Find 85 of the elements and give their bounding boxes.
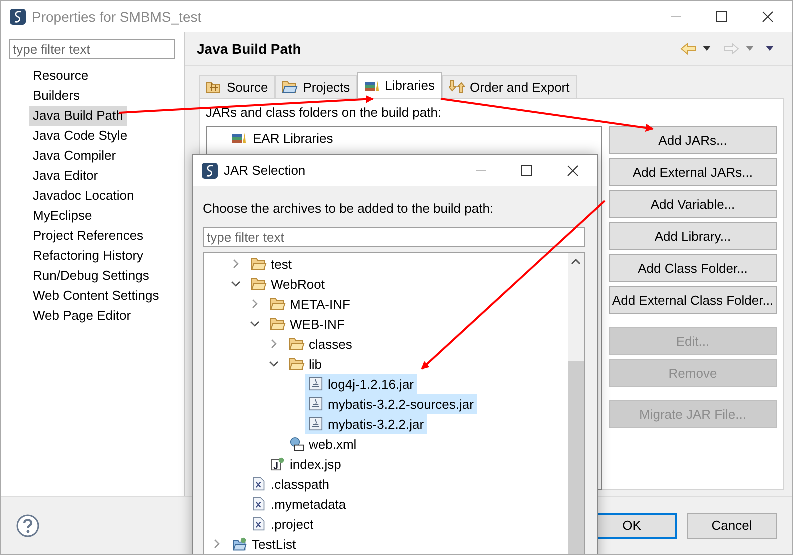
maximize-button[interactable] [716,10,728,22]
sidebar-item[interactable]: Resource [29,66,93,86]
jar-file-icon [308,377,324,391]
folder-icon [270,317,286,331]
scrollbar-thumb[interactable] [568,361,584,554]
tree-item[interactable]: mybatis-3.2.2.jar [305,414,428,434]
action-button[interactable]: Add External Class Folder... [609,286,777,314]
up-down-arrows-icon [449,80,466,94]
sidebar-item[interactable]: Refactoring History [29,246,148,266]
sidebar-item[interactable]: MyEclipse [29,206,96,226]
folder-icon [289,337,305,351]
dropdown-caret-icon[interactable] [703,46,711,51]
library-item[interactable]: EAR Libraries [253,130,334,146]
close-button[interactable] [762,10,774,22]
tree-item[interactable]: mybatis-3.2.2-sources.jar [305,394,477,414]
expanded-chevron-icon[interactable] [231,279,241,289]
scrollbar[interactable] [568,253,584,554]
maximize-button[interactable] [521,164,533,176]
sidebar-item[interactable]: Builders [29,86,84,106]
close-button[interactable] [567,164,579,176]
sidebar-item[interactable]: Run/Debug Settings [29,266,154,286]
action-button[interactable]: Add External JARs... [609,158,777,186]
action-button[interactable]: Add JARs... [609,126,777,154]
jar-file-icon [308,397,324,411]
xml-file-icon [251,497,267,511]
package-folder-icon [206,80,222,94]
filter-field[interactable]: type filter text [203,227,585,247]
dialog-title: JAR Selection [224,163,306,178]
sidebar-item[interactable]: Project References [29,226,148,246]
sidebar-item[interactable]: Web Page Editor [29,306,136,326]
view-menu-icon[interactable] [766,46,774,51]
action-button[interactable]: Add Variable... [609,190,777,218]
web-xml-icon [289,437,305,451]
sidebar-item[interactable]: Java Compiler [29,146,120,166]
tree-item[interactable]: TestList [229,534,300,554]
tree-item[interactable]: .project [248,514,317,534]
help-icon[interactable] [16,514,40,538]
sidebar-item[interactable]: Java Code Style [29,126,132,146]
jsp-file-icon [270,457,286,471]
collapsed-chevron-icon[interactable] [269,339,279,349]
folder-icon [251,257,267,271]
page-title: Java Build Path [197,40,302,56]
xml-file-icon [251,477,267,491]
folder-icon [270,297,286,311]
tree-item[interactable]: test [248,254,295,274]
dialog-button[interactable]: Cancel [687,512,777,538]
collapsed-chevron-icon[interactable] [231,259,241,269]
sidebar-item[interactable]: Java Editor [29,166,102,186]
description-text: JARs and class folders on the build path: [206,105,443,120]
folder-icon [282,80,298,94]
tree-item[interactable]: WebRoot [248,274,328,294]
jar-file-icon [308,417,324,431]
filter-field[interactable]: type filter text [9,39,175,59]
tab[interactable]: Order and Export [442,75,577,98]
xml-file-icon [251,517,267,531]
sidebar-item[interactable]: Java Build Path [29,106,128,126]
project-folder-icon [232,537,248,551]
folder-icon [251,277,267,291]
tree-item[interactable]: META-INF [267,294,354,314]
tree-item[interactable]: web.xml [286,434,360,454]
dialog-description: Choose the archives to be added to the build path: [203,201,495,218]
collapsed-chevron-icon[interactable] [212,539,222,549]
expanded-chevron-icon[interactable] [250,319,260,329]
scroll-up-icon[interactable] [571,259,581,265]
tab[interactable]: Projects [275,75,358,98]
tree-item[interactable]: classes [286,334,356,354]
tab[interactable]: Libraries [357,72,442,98]
sidebar-item[interactable]: Javadoc Location [29,186,138,206]
action-button[interactable]: Add Class Folder... [609,254,777,282]
tree-item[interactable]: WEB-INF [267,314,348,334]
tree-item[interactable]: .mymetadata [248,494,350,514]
window-title: Properties for SMBMS_test [32,8,202,24]
app-logo-icon [202,162,218,178]
tree-item[interactable]: .classpath [248,474,333,494]
expanded-chevron-icon[interactable] [269,359,279,369]
action-button[interactable]: Add Library... [609,222,777,250]
folder-icon [289,357,305,371]
app-logo-icon [10,8,26,24]
tree-item[interactable]: index.jsp [267,454,344,474]
tab[interactable]: Source [199,75,276,98]
collapsed-chevron-icon[interactable] [250,299,260,309]
books-icon [231,131,247,145]
tree-item[interactable]: lib [286,354,326,374]
tree-item[interactable]: log4j-1.2.16.jar [305,374,417,394]
sidebar-item[interactable]: Web Content Settings [29,286,164,306]
